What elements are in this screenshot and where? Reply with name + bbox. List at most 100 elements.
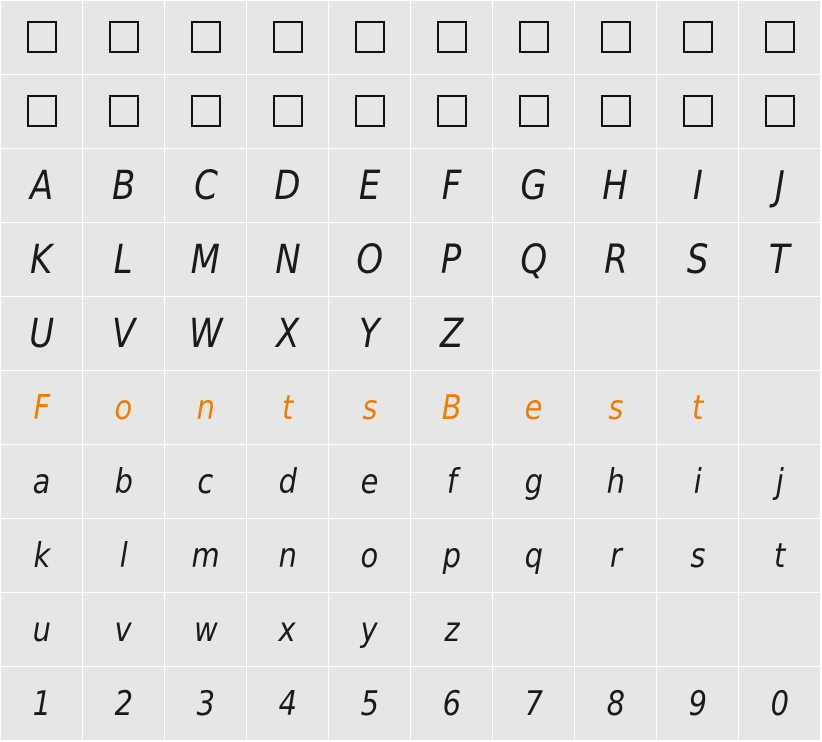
missing-glyph-box-icon	[518, 20, 549, 53]
glyph-cell: P	[411, 223, 492, 296]
glyph-cell: T	[739, 223, 820, 296]
glyph-cell: 9	[657, 667, 738, 740]
glyph-character: H	[602, 162, 629, 209]
glyph-character: x	[278, 609, 297, 650]
glyph-cell	[411, 75, 492, 148]
glyph-cell: V	[83, 297, 164, 370]
glyph-cell: l	[83, 519, 164, 592]
glyph-cell: f	[411, 445, 492, 518]
glyph-cell: s	[657, 519, 738, 592]
glyph-character: C	[193, 162, 218, 209]
glyph-character: 6	[442, 683, 461, 724]
glyph-character: R	[603, 236, 628, 283]
glyph-cell	[165, 75, 246, 148]
glyph-cell: o	[83, 371, 164, 444]
missing-glyph-box-icon	[26, 94, 57, 127]
glyph-character: 3	[196, 683, 215, 724]
glyph-character: e	[360, 461, 379, 502]
glyph-cell: N	[247, 223, 328, 296]
glyph-cell	[1, 75, 82, 148]
glyph-cell: R	[575, 223, 656, 296]
glyph-character: D	[274, 162, 301, 209]
glyph-cell	[739, 1, 820, 74]
glyph-cell: t	[247, 371, 328, 444]
glyph-cell	[575, 1, 656, 74]
glyph-cell: n	[165, 371, 246, 444]
glyph-character: Q	[520, 236, 547, 283]
glyph-cell: j	[739, 445, 820, 518]
glyph-cell: E	[329, 149, 410, 222]
glyph-cell: 3	[165, 667, 246, 740]
glyph-character: j	[775, 461, 784, 502]
glyph-character: 5	[360, 683, 379, 724]
glyph-character: G	[520, 162, 547, 209]
glyph-cell	[329, 1, 410, 74]
glyph-cell	[83, 1, 164, 74]
glyph-cell: G	[493, 149, 574, 222]
missing-glyph-box-icon	[600, 94, 631, 127]
glyph-character: 7	[524, 683, 543, 724]
glyph-character: S	[686, 236, 709, 283]
glyph-cell	[739, 593, 820, 666]
glyph-cell: 5	[329, 667, 410, 740]
missing-glyph-box-icon	[190, 94, 221, 127]
glyph-character: Z	[439, 310, 464, 357]
glyph-cell: D	[247, 149, 328, 222]
glyph-character: t	[773, 535, 786, 576]
glyph-character: N	[274, 236, 301, 283]
glyph-character: 9	[688, 683, 707, 724]
glyph-cell: b	[83, 445, 164, 518]
glyph-character: m	[191, 535, 220, 576]
missing-glyph-box-icon	[764, 20, 795, 53]
sample-text-glyph: s	[607, 387, 624, 428]
glyph-character: U	[29, 310, 54, 357]
glyph-character: P	[441, 236, 462, 283]
glyph-character: p	[442, 535, 461, 576]
glyph-cell	[83, 75, 164, 148]
glyph-cell: g	[493, 445, 574, 518]
glyph-character: g	[524, 461, 543, 502]
glyph-cell: L	[83, 223, 164, 296]
missing-glyph-box-icon	[354, 20, 385, 53]
glyph-cell: K	[1, 223, 82, 296]
glyph-character: k	[33, 535, 50, 576]
glyph-character: J	[774, 162, 785, 209]
sample-text-glyph: t	[691, 387, 704, 428]
glyph-character: L	[114, 236, 133, 283]
glyph-cell	[657, 1, 738, 74]
missing-glyph-box-icon	[26, 20, 57, 53]
glyph-cell: n	[247, 519, 328, 592]
glyph-cell: h	[575, 445, 656, 518]
sample-text-glyph: t	[281, 387, 294, 428]
glyph-cell	[493, 1, 574, 74]
sample-text-glyph: n	[196, 387, 215, 428]
glyph-character: 8	[606, 683, 625, 724]
glyph-character: r	[609, 535, 622, 576]
glyph-cell: Z	[411, 297, 492, 370]
glyph-character: I	[692, 162, 703, 209]
glyph-cell: i	[657, 445, 738, 518]
glyph-cell: F	[1, 371, 82, 444]
sample-text-glyph: F	[33, 387, 50, 428]
glyph-character: W	[188, 310, 223, 357]
missing-glyph-box-icon	[190, 20, 221, 53]
glyph-cell: B	[83, 149, 164, 222]
glyph-character: O	[356, 236, 383, 283]
missing-glyph-box-icon	[108, 94, 139, 127]
glyph-cell	[575, 75, 656, 148]
glyph-cell: S	[657, 223, 738, 296]
glyph-character: l	[119, 535, 128, 576]
glyph-cell: O	[329, 223, 410, 296]
glyph-character: K	[30, 236, 53, 283]
glyph-cell: a	[1, 445, 82, 518]
glyph-cell: o	[329, 519, 410, 592]
glyph-cell	[493, 593, 574, 666]
glyph-cell: 6	[411, 667, 492, 740]
glyph-cell	[247, 75, 328, 148]
missing-glyph-box-icon	[518, 94, 549, 127]
missing-glyph-box-icon	[108, 20, 139, 53]
glyph-cell	[657, 297, 738, 370]
glyph-character: z	[443, 609, 460, 650]
glyph-cell	[575, 297, 656, 370]
glyph-cell: x	[247, 593, 328, 666]
